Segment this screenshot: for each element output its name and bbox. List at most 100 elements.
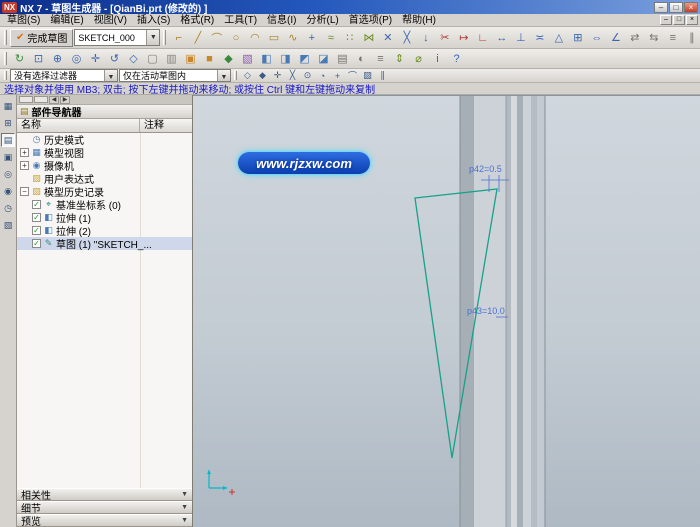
intersection-curve-icon[interactable]: ╳ (397, 29, 416, 47)
menu-item[interactable]: 视图(V) (89, 14, 132, 26)
menu-item[interactable]: 首选项(P) (344, 14, 397, 26)
dependencies-section[interactable]: 相关性 ▼ (17, 488, 192, 501)
snapshot-icon[interactable]: ▤ (333, 51, 352, 67)
line-icon[interactable]: ╱ (188, 29, 207, 47)
refresh-icon[interactable]: ↻ (10, 51, 29, 67)
orient-isometric-icon[interactable]: ◪ (314, 51, 333, 67)
zoom-window-icon[interactable]: ◎ (67, 51, 86, 67)
intersection-point-icon[interactable]: ✕ (378, 29, 397, 47)
fit-view-icon[interactable]: ⊡ (29, 51, 48, 67)
chevron-down-icon[interactable]: ▼ (146, 30, 159, 45)
tree-row-sketch[interactable]: ✓ ✎ 草图 (1) "SKETCH_... (17, 237, 192, 250)
column-comment[interactable]: 注释 (140, 119, 192, 132)
web-browser-icon[interactable]: ◉ (1, 184, 15, 198)
wireframe-icon[interactable]: ▢ (143, 51, 162, 67)
snap-quadrant-icon[interactable]: ◔ (315, 70, 330, 82)
column-name[interactable]: 名称 (17, 119, 140, 132)
feature-checkbox[interactable]: ✓ (32, 200, 41, 209)
snap-arc-center-icon[interactable]: ⊙ (300, 70, 315, 82)
roles-icon[interactable]: ▧ (1, 218, 15, 232)
feature-checkbox[interactable]: ✓ (32, 213, 41, 222)
close-button[interactable]: × (684, 2, 698, 13)
menu-item[interactable]: 信息(I) (262, 14, 301, 26)
snap-end-point-icon[interactable]: ◇ (240, 70, 255, 82)
hidden-edges-icon[interactable]: ▥ (162, 51, 181, 67)
menu-item[interactable]: 插入(S) (132, 14, 175, 26)
auto-constrain-icon[interactable]: ⊞ (568, 29, 587, 47)
snap-point-on-curve-icon[interactable]: ⌒ (345, 70, 360, 82)
information-icon[interactable]: i (428, 51, 447, 67)
rectangle-icon[interactable]: ▭ (264, 29, 283, 47)
perspective-icon[interactable]: ◇ (124, 51, 143, 67)
snap-existing-point-icon[interactable]: + (330, 70, 345, 82)
assembly-navigator-icon[interactable]: ▦ (1, 99, 15, 113)
zoom-in-icon[interactable]: ⊕ (48, 51, 67, 67)
measure-distance-icon[interactable]: ⌀ (409, 51, 428, 67)
move-object-icon[interactable]: ⇕ (390, 51, 409, 67)
profile-icon[interactable]: ⌐ (169, 29, 188, 47)
graphics-window[interactable]: p42=0.5 p43=10.0 www.rjzxw.com (193, 95, 700, 527)
circle-icon[interactable]: ○ (226, 29, 245, 47)
inferred-constraints-icon[interactable]: ≡ (663, 29, 682, 47)
convert-reference-icon[interactable]: ⇄ (625, 29, 644, 47)
auto-dimension-icon[interactable]: ⇔ (587, 29, 606, 47)
mdi-close-button[interactable]: × (686, 15, 698, 25)
toolbar-grip[interactable] (163, 30, 166, 44)
project-curve-icon[interactable]: ↓ (416, 29, 435, 47)
show-constraints-icon[interactable]: ∠ (606, 29, 625, 47)
minimize-button[interactable]: – (654, 2, 668, 13)
constraints-icon[interactable]: ⊥ (511, 29, 530, 47)
mdi-restore-button[interactable]: □ (673, 15, 685, 25)
part-navigator-icon[interactable]: ▤ (1, 133, 15, 147)
orient-front-icon[interactable]: ◨ (276, 51, 295, 67)
sketch-name-combo[interactable]: SKETCH_000 ▼ (74, 29, 160, 46)
continuous-dimension-icon[interactable]: ∥ (682, 29, 700, 47)
shaded-icon[interactable]: ■ (200, 51, 219, 67)
feature-checkbox[interactable]: ✓ (32, 226, 41, 235)
navigator-tab[interactable] (34, 96, 48, 103)
toolbar-grip[interactable] (234, 71, 237, 79)
menu-item[interactable]: 工具(T) (219, 14, 262, 26)
mdi-minimize-button[interactable]: – (660, 15, 672, 25)
make-symmetric-icon[interactable]: ≍ (530, 29, 549, 47)
snap-point-on-face-icon[interactable]: ▨ (360, 70, 375, 82)
studio-spline-icon[interactable]: ∿ (283, 29, 302, 47)
point-icon[interactable]: + (302, 29, 321, 47)
chevron-down-icon[interactable]: ▼ (104, 70, 117, 81)
collapse-icon[interactable]: − (20, 187, 29, 196)
studio-render-icon[interactable]: ◆ (219, 51, 238, 67)
make-corner-icon[interactable]: ∟ (473, 29, 492, 47)
layer-settings-icon[interactable]: ≡ (371, 51, 390, 67)
tree-row-extrude-1[interactable]: ✓ ◧ 拉伸 (1) (17, 211, 192, 224)
shaded-with-edges-icon[interactable]: ▣ (181, 51, 200, 67)
display-constraints-icon[interactable]: △ (549, 29, 568, 47)
mirror-curve-icon[interactable]: ⋈ (359, 29, 378, 47)
finish-sketch-button[interactable]: ✔ 完成草图 (10, 29, 73, 47)
quick-extend-icon[interactable]: ↦ (454, 29, 473, 47)
tab-scroll-right-button[interactable]: ▶ (60, 96, 70, 104)
reuse-library-icon[interactable]: ▣ (1, 150, 15, 164)
arc-icon[interactable]: ⌒ (207, 29, 226, 47)
toolbar-grip[interactable] (4, 30, 7, 44)
orient-top-icon[interactable]: ◧ (257, 51, 276, 67)
alternate-solution-icon[interactable]: ⇆ (644, 29, 663, 47)
tree-row-datum-csys[interactable]: ✓ ⌖ 基准坐标系 (0) (17, 198, 192, 211)
navigator-tab[interactable] (19, 96, 33, 103)
snap-two-curves-icon[interactable]: ∥ (375, 70, 390, 82)
orient-side-icon[interactable]: ◩ (295, 51, 314, 67)
pan-icon[interactable]: ✛ (86, 51, 105, 67)
snap-mid-point-icon[interactable]: ◆ (255, 70, 270, 82)
menu-item[interactable]: 草图(S) (2, 14, 45, 26)
fillet-icon[interactable]: ◠ (245, 29, 264, 47)
dimension-height-label[interactable]: p43=10.0 (467, 306, 505, 316)
inferred-dimensions-icon[interactable]: ↔ (492, 29, 511, 47)
menu-item[interactable]: 编辑(E) (45, 14, 88, 26)
help-icon[interactable]: ? (447, 51, 466, 67)
snap-intersection-icon[interactable]: ╳ (285, 70, 300, 82)
maximize-button[interactable]: □ (669, 2, 683, 13)
show-hide-icon[interactable]: ◐ (352, 51, 371, 67)
quick-trim-icon[interactable]: ✂ (435, 29, 454, 47)
rotate-icon[interactable]: ↺ (105, 51, 124, 67)
constraint-navigator-icon[interactable]: ⊞ (1, 116, 15, 130)
preview-section[interactable]: 预览 ▼ (17, 514, 192, 527)
